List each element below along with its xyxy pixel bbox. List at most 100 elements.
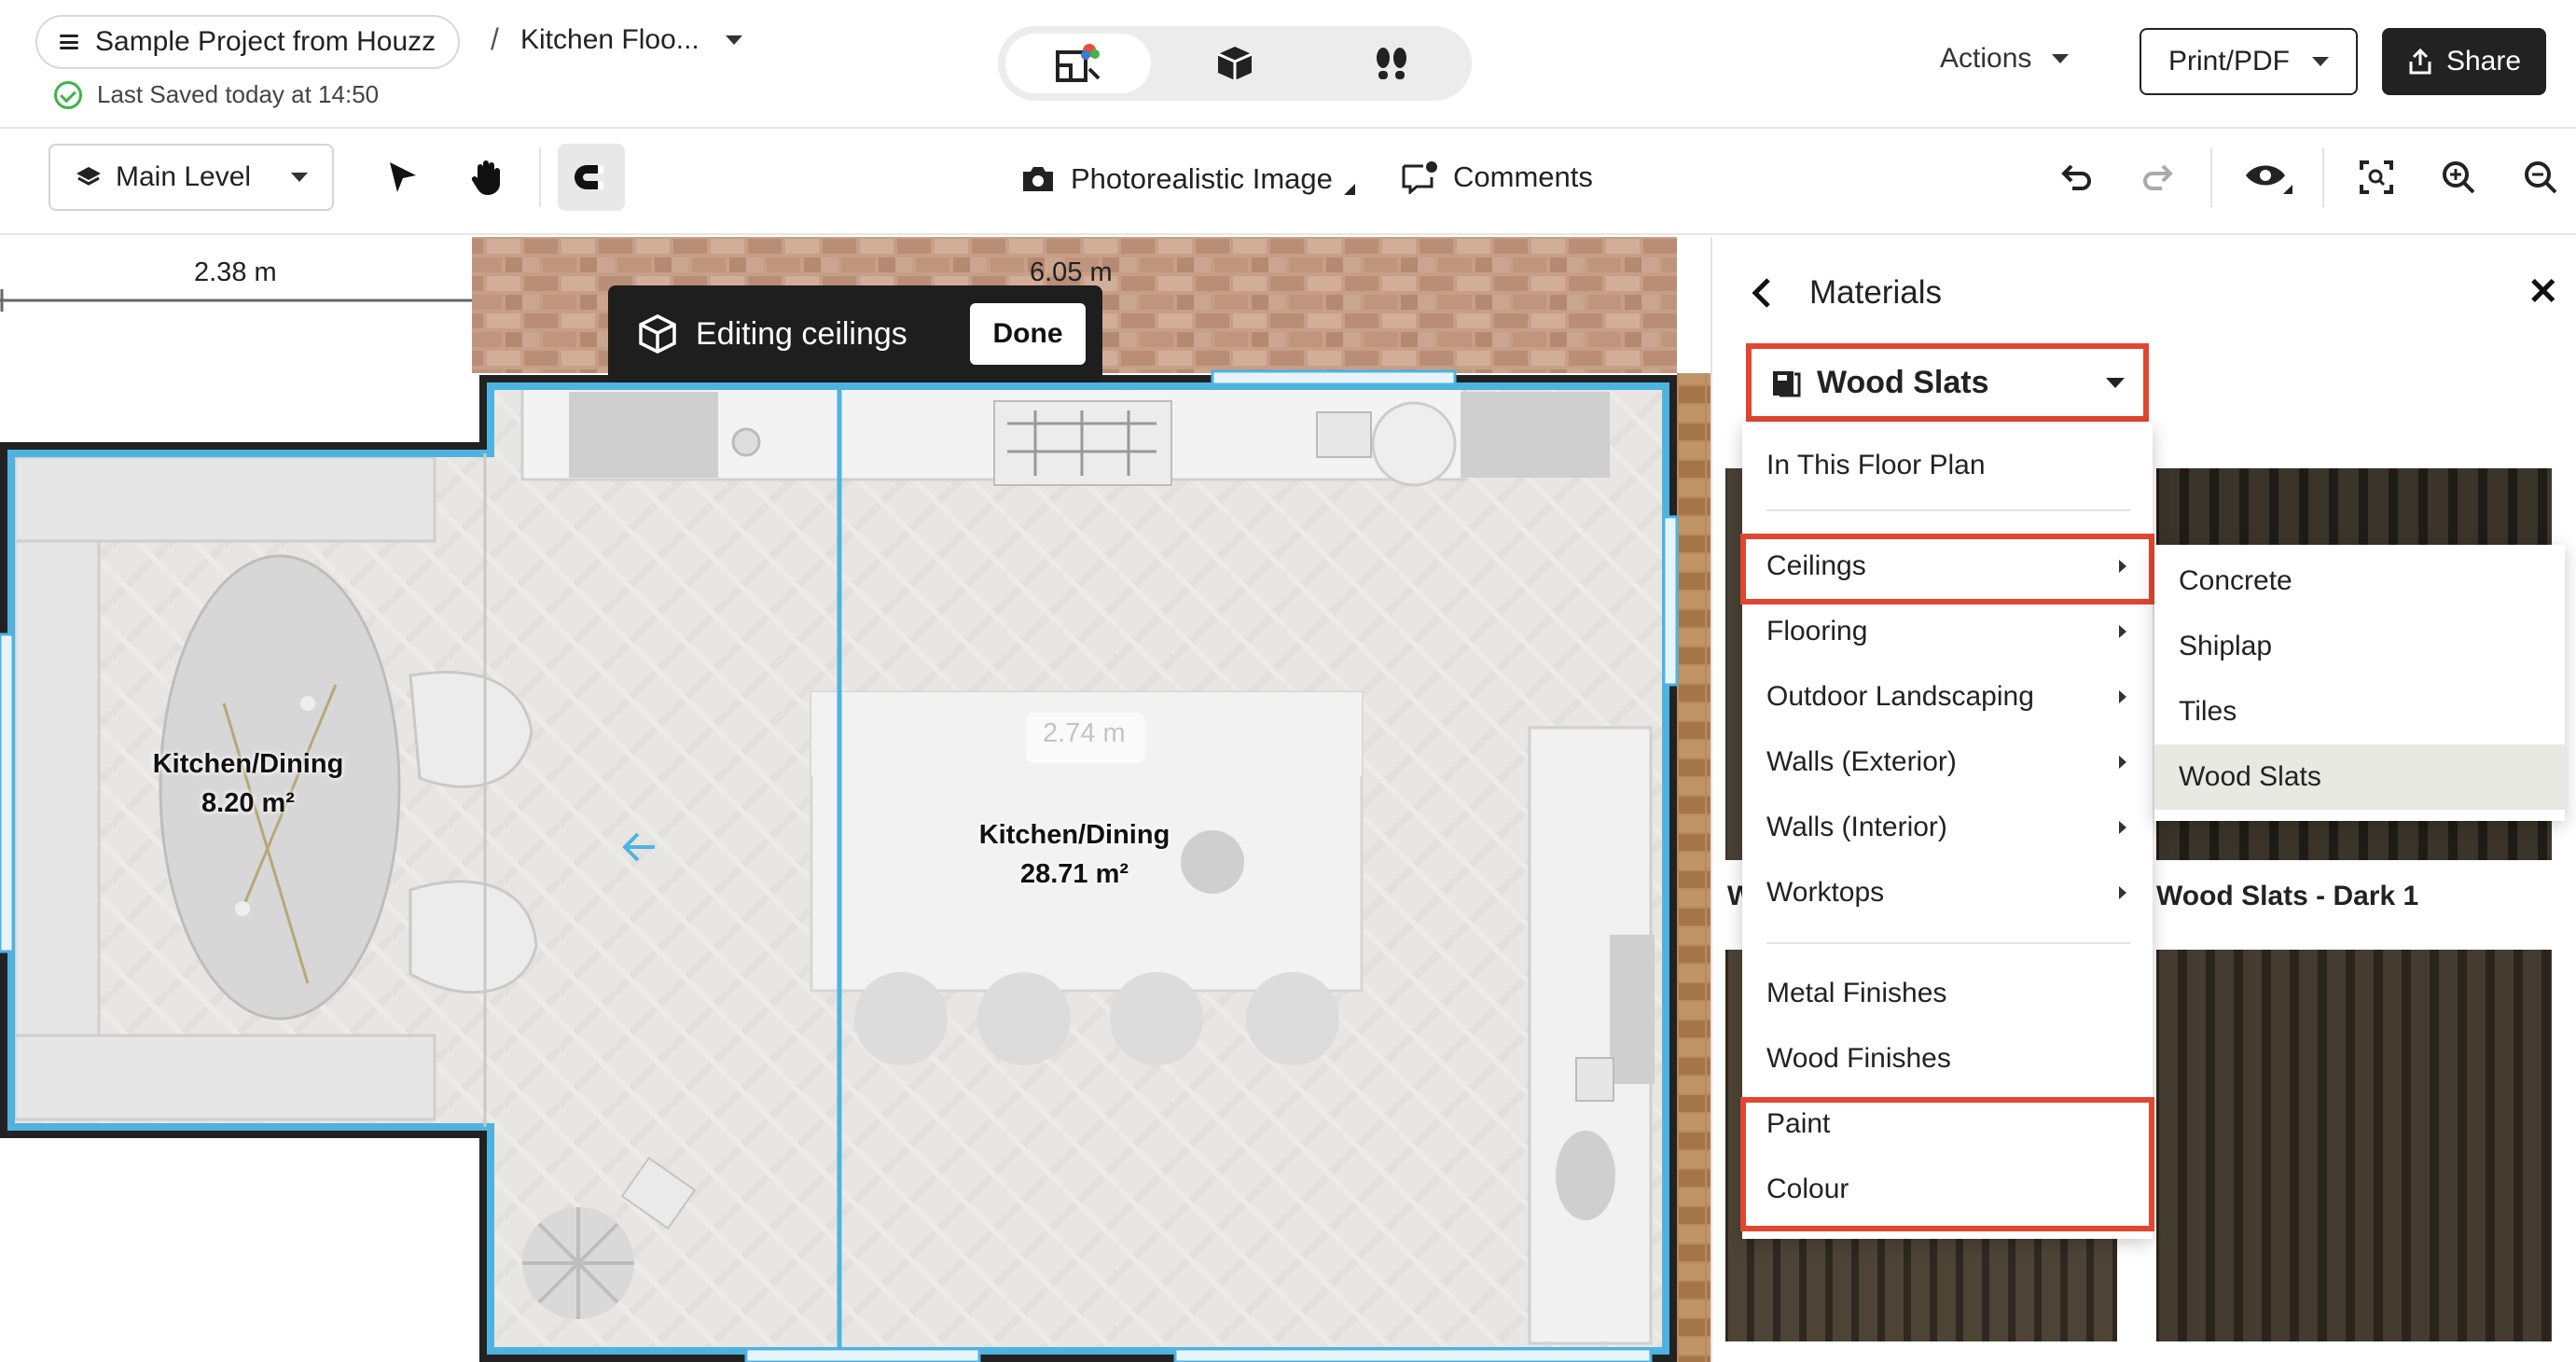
room-area: 8.20 m²: [201, 788, 295, 818]
menu-item-label: Ceilings: [1766, 550, 1866, 581]
editor-toolbar: Main Level Photorealistic Image Comments: [0, 131, 2576, 235]
done-button[interactable]: Done: [970, 303, 1086, 365]
submenu-item-wood-slats[interactable]: Wood Slats: [2154, 744, 2565, 810]
magnet-icon: [575, 165, 603, 189]
menu-item-walls-interior[interactable]: Walls (Interior): [1742, 799, 2153, 856]
fit-view-button[interactable]: [2343, 144, 2410, 211]
room-label[interactable]: Kitchen/Dining 8.20 m²: [134, 744, 362, 823]
undo-icon: [2061, 164, 2091, 190]
chevron-right-icon: [2119, 756, 2126, 769]
visibility-button[interactable]: [2235, 144, 2302, 211]
chevron-down-icon: [2106, 377, 2125, 388]
menu-item-wood-finishes[interactable]: Wood Finishes: [1742, 1030, 2153, 1088]
share-label: Share: [2445, 46, 2522, 76]
room-area: 28.71 m²: [1019, 859, 1129, 889]
chevron-right-icon: [2119, 690, 2126, 703]
zoom-in-button[interactable]: [2425, 144, 2492, 211]
toolbar-divider: [539, 147, 541, 207]
ceilings-submenu: Concrete Shiplap Tiles Wood Slats: [2154, 545, 2565, 821]
submenu-item-concrete[interactable]: Concrete: [2154, 549, 2565, 614]
share-upload-icon: [2409, 48, 2431, 75]
menu-item-ceilings[interactable]: Ceilings: [1742, 537, 2153, 595]
wood-slats-swatch: [2156, 950, 2552, 1341]
editing-label: Editing ceilings: [696, 315, 907, 352]
submenu-item-tiles[interactable]: Tiles: [2154, 679, 2565, 744]
level-dropdown[interactable]: Main Level: [48, 144, 334, 211]
save-status: Last Saved today at 14:50: [54, 80, 379, 109]
tile-label: Wood Slats - Dark 1: [2156, 881, 2419, 911]
dimension-label: 2.74 m: [1043, 718, 1126, 748]
share-button[interactable]: Share: [2382, 28, 2546, 95]
camera-icon: [1023, 167, 1053, 191]
room-label[interactable]: Kitchen/Dining 28.71 m²: [961, 815, 1188, 894]
submenu-item-shiplap[interactable]: Shiplap: [2154, 614, 2565, 679]
material-category-dropdown[interactable]: Wood Slats: [1746, 343, 2149, 422]
chevron-right-icon: [2119, 625, 2126, 638]
room-name: Kitchen/Dining: [978, 820, 1170, 850]
zoom-out-icon: [2525, 161, 2557, 194]
toolbar-divider: [2322, 147, 2324, 207]
check-circle-icon: [54, 80, 82, 109]
material-tile[interactable]: [2156, 950, 2552, 1341]
photorealistic-image-button[interactable]: Photorealistic Image: [1020, 162, 1355, 196]
focus-frame-icon: [2360, 160, 2393, 194]
menu-item-walls-exterior[interactable]: Walls (Exterior): [1742, 733, 2153, 791]
project-name: Sample Project from Houzz: [95, 26, 436, 57]
actions-label: Actions: [1940, 43, 2032, 74]
project-menu-button[interactable]: Sample Project from Houzz: [35, 15, 461, 69]
redo-icon: [2143, 164, 2173, 190]
menu-item-paint[interactable]: Paint: [1742, 1095, 2153, 1153]
print-pdf-button[interactable]: Print/PDF: [2140, 28, 2358, 95]
selected-category: Wood Slats: [1817, 364, 1989, 400]
3d-view-button[interactable]: [1162, 34, 1308, 93]
comments-button[interactable]: Comments: [1401, 160, 1593, 194]
view-mode-toggle: [998, 26, 1472, 101]
hand-icon: [471, 160, 500, 195]
cursor-arrow-icon: [390, 162, 416, 192]
material-book-icon: [1773, 371, 1801, 397]
floor-plan-canvas[interactable]: 2.38 m 6.05 m 2.74 m Kitchen/Dining 8.20…: [0, 237, 1710, 1362]
chevron-down-icon: [291, 173, 308, 182]
menu-divider: [1766, 942, 2130, 944]
menu-item-label: Outdoor Landscaping: [1766, 681, 2034, 712]
2d-view-button[interactable]: [1005, 34, 1151, 93]
back-chevron-icon[interactable]: [1746, 274, 1780, 312]
select-tool-button[interactable]: [369, 144, 436, 211]
material-category-menu: In This Floor Plan Ceilings Flooring Out…: [1742, 424, 2153, 1239]
photorealistic-label: Photorealistic Image: [1071, 162, 1333, 195]
chevron-right-icon: [2119, 560, 2126, 573]
zoom-out-button[interactable]: [2507, 144, 2574, 211]
undo-button[interactable]: [2043, 144, 2110, 211]
menu-divider: [1766, 509, 2130, 511]
pan-tool-button[interactable]: [453, 144, 520, 211]
menu-item-worktops[interactable]: Worktops: [1742, 864, 2153, 922]
save-status-text: Last Saved today at 14:50: [97, 80, 380, 108]
layers-icon: [76, 167, 101, 186]
corner-triangle-icon: [1343, 184, 1355, 195]
dimension-label: 6.05 m: [1030, 257, 1113, 287]
print-pdf-label: Print/PDF: [2167, 46, 2291, 76]
hamburger-icon: [60, 35, 78, 49]
chevron-down-icon: [2312, 57, 2330, 66]
menu-item-outdoor-landscaping[interactable]: Outdoor Landscaping: [1742, 668, 2153, 726]
level-label: Main Level: [116, 161, 252, 192]
document-title-dropdown[interactable]: Kitchen Floo...: [520, 24, 742, 56]
document-title: Kitchen Floo...: [520, 24, 699, 55]
3d-cube-icon: [1217, 47, 1253, 80]
zoom-in-icon: [2443, 161, 2475, 194]
redo-button[interactable]: [2125, 144, 2192, 211]
close-icon[interactable]: ✕: [2528, 271, 2559, 313]
snap-magnet-button[interactable]: [558, 144, 625, 211]
menu-item-flooring[interactable]: Flooring: [1742, 603, 2153, 660]
menu-item-in-this-floor-plan[interactable]: In This Floor Plan: [1742, 437, 2153, 494]
menu-item-colour[interactable]: Colour: [1742, 1160, 2153, 1218]
panel-title: Materials: [1809, 274, 1942, 311]
eye-icon: [2246, 165, 2292, 194]
menu-item-label: Walls (Interior): [1766, 812, 1947, 842]
menu-item-metal-finishes[interactable]: Metal Finishes: [1742, 965, 2153, 1022]
top-bar: Sample Project from Houzz / Kitchen Floo…: [0, 0, 2576, 129]
menu-item-label: Flooring: [1766, 616, 1868, 646]
actions-dropdown[interactable]: Actions: [1940, 43, 2070, 75]
toolbar-divider: [2210, 147, 2212, 207]
walkthrough-view-button[interactable]: [1319, 34, 1464, 93]
